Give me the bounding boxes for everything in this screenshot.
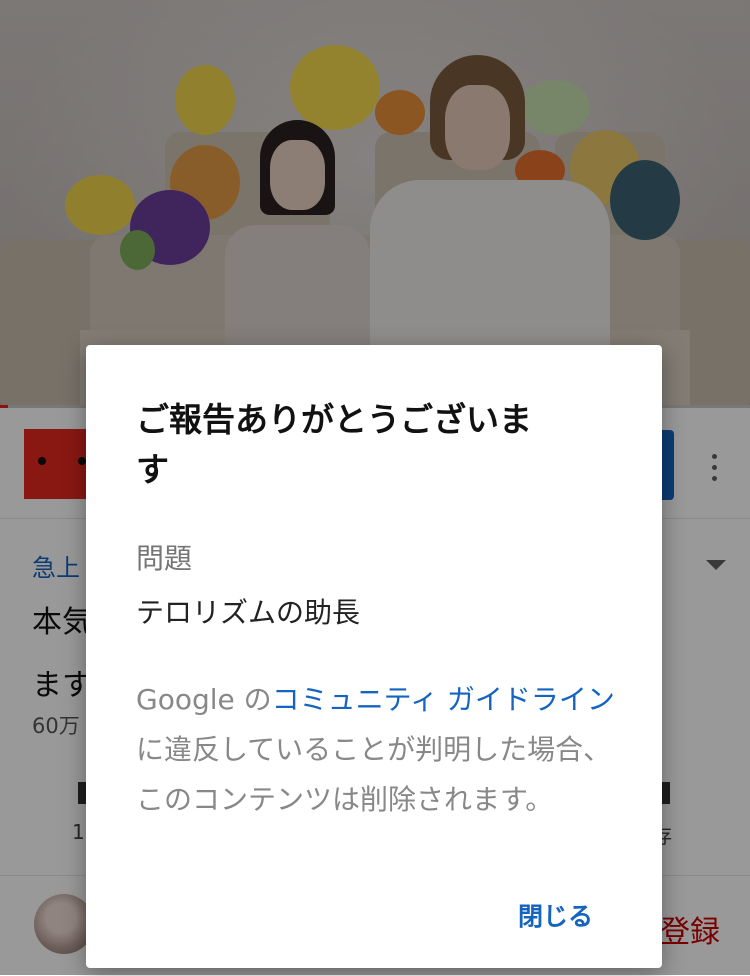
dot-icon xyxy=(712,476,717,481)
issue-value: テロリズムの助長 xyxy=(136,596,361,629)
view-count: 60万 xyxy=(32,714,80,738)
dialog-title: ご報告ありがとうございます xyxy=(136,400,532,489)
dot-icon xyxy=(712,454,717,459)
issue-label: 問題 xyxy=(136,542,193,575)
avatar-eye-left xyxy=(38,457,46,465)
plush-snorlax xyxy=(610,160,680,240)
body-prefix: Google の xyxy=(136,683,272,716)
like-count: 1 xyxy=(72,820,85,844)
plush-grookey xyxy=(120,230,155,270)
plush-pikachu-large xyxy=(290,45,380,130)
close-button[interactable]: 閉じる xyxy=(518,897,593,933)
video-title-line2: ます xyxy=(32,668,92,703)
dot-icon xyxy=(712,465,717,470)
chevron-down-icon[interactable] xyxy=(706,560,726,570)
video-title-line1: 本気 xyxy=(32,605,92,640)
plush-pikachu-left xyxy=(65,175,135,235)
body-suffix: に違反していることが判明した場合、このコンテンツは削除されます。 xyxy=(136,733,612,816)
video-progress-fill xyxy=(0,405,8,408)
avatar-eye-right xyxy=(78,457,86,465)
trending-tag[interactable]: 急上 xyxy=(32,548,80,583)
report-confirmation-dialog: ご報告ありがとうございます 問題 テロリズムの助長 Google のコミュニティ… xyxy=(86,345,662,968)
user-avatar[interactable] xyxy=(34,894,94,954)
community-guidelines-link[interactable]: コミュニティ ガイドライン xyxy=(272,683,615,716)
register-button[interactable]: 登録 xyxy=(660,907,720,951)
dialog-body: Google のコミュニティ ガイドラインに違反していることが判明した場合、この… xyxy=(136,675,616,825)
more-options-icon[interactable] xyxy=(704,448,724,488)
